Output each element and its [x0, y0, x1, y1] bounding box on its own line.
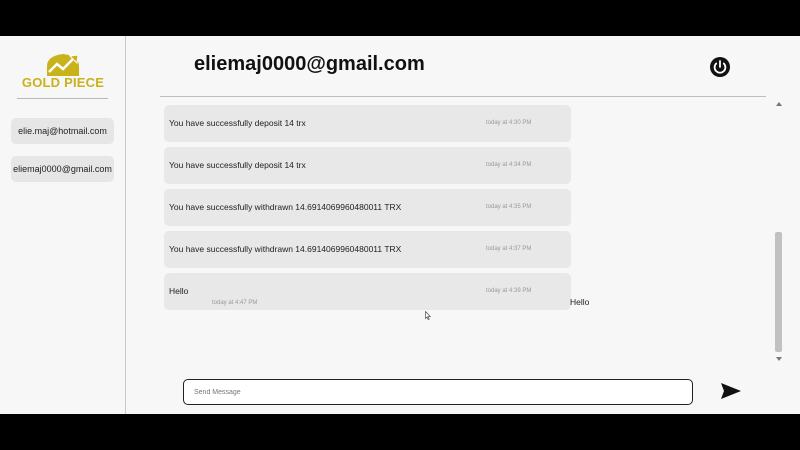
message-time: today at 4:30 PM — [486, 120, 532, 126]
power-button[interactable] — [709, 56, 731, 78]
message-time: today at 4:35 PM — [486, 204, 532, 210]
message-time: today at 4:34 PM — [486, 162, 532, 168]
message-bubble: You have successfully deposit 14 trx tod… — [164, 105, 571, 142]
power-icon — [710, 57, 730, 77]
outgoing-message-time: today at 4:47 PM — [212, 300, 258, 306]
contact-item[interactable]: elie.maj@hotmail.com — [11, 118, 114, 144]
message-text: You have successfully withdrawn 14.69140… — [169, 202, 402, 212]
header-divider — [160, 96, 766, 97]
outgoing-message-text: Hello — [570, 297, 590, 307]
message-text: You have successfully deposit 14 trx — [169, 118, 306, 128]
logo-text: GOLD PIECE — [21, 75, 105, 90]
message-bubble: You have successfully withdrawn 14.69140… — [164, 189, 571, 226]
message-text: You have successfully withdrawn 14.69140… — [169, 244, 402, 254]
send-button[interactable] — [720, 382, 742, 400]
sidebar: GOLD PIECE elie.maj@hotmail.com eliemaj0… — [0, 36, 126, 414]
contact-item[interactable]: eliemaj0000@gmail.com — [11, 156, 114, 182]
send-icon — [721, 383, 741, 399]
message-time: today at 4:37 PM — [486, 246, 532, 252]
chat-app: GOLD PIECE elie.maj@hotmail.com eliemaj0… — [0, 36, 800, 414]
scroll-up-icon[interactable] — [776, 102, 782, 106]
mouse-cursor-icon — [425, 307, 431, 321]
message-bubble: You have successfully withdrawn 14.69140… — [164, 231, 571, 268]
message-bubble: You have successfully deposit 14 trx tod… — [164, 147, 571, 184]
message-time: today at 4:39 PM — [486, 288, 532, 294]
gold-piece-logo-icon — [47, 54, 79, 76]
scroll-thumb[interactable] — [775, 232, 782, 352]
scroll-down-icon[interactable] — [776, 357, 782, 361]
composer — [183, 379, 693, 405]
message-scrollbar[interactable] — [774, 100, 784, 363]
message-text: You have successfully deposit 14 trx — [169, 160, 306, 170]
message-text: Hello — [169, 286, 189, 296]
message-input[interactable] — [183, 379, 693, 405]
message-list: You have successfully deposit 14 trx tod… — [160, 100, 772, 362]
chat-title: eliemaj0000@gmail.com — [194, 53, 425, 75]
logo: GOLD PIECE — [18, 50, 108, 92]
logo-divider — [17, 98, 108, 99]
